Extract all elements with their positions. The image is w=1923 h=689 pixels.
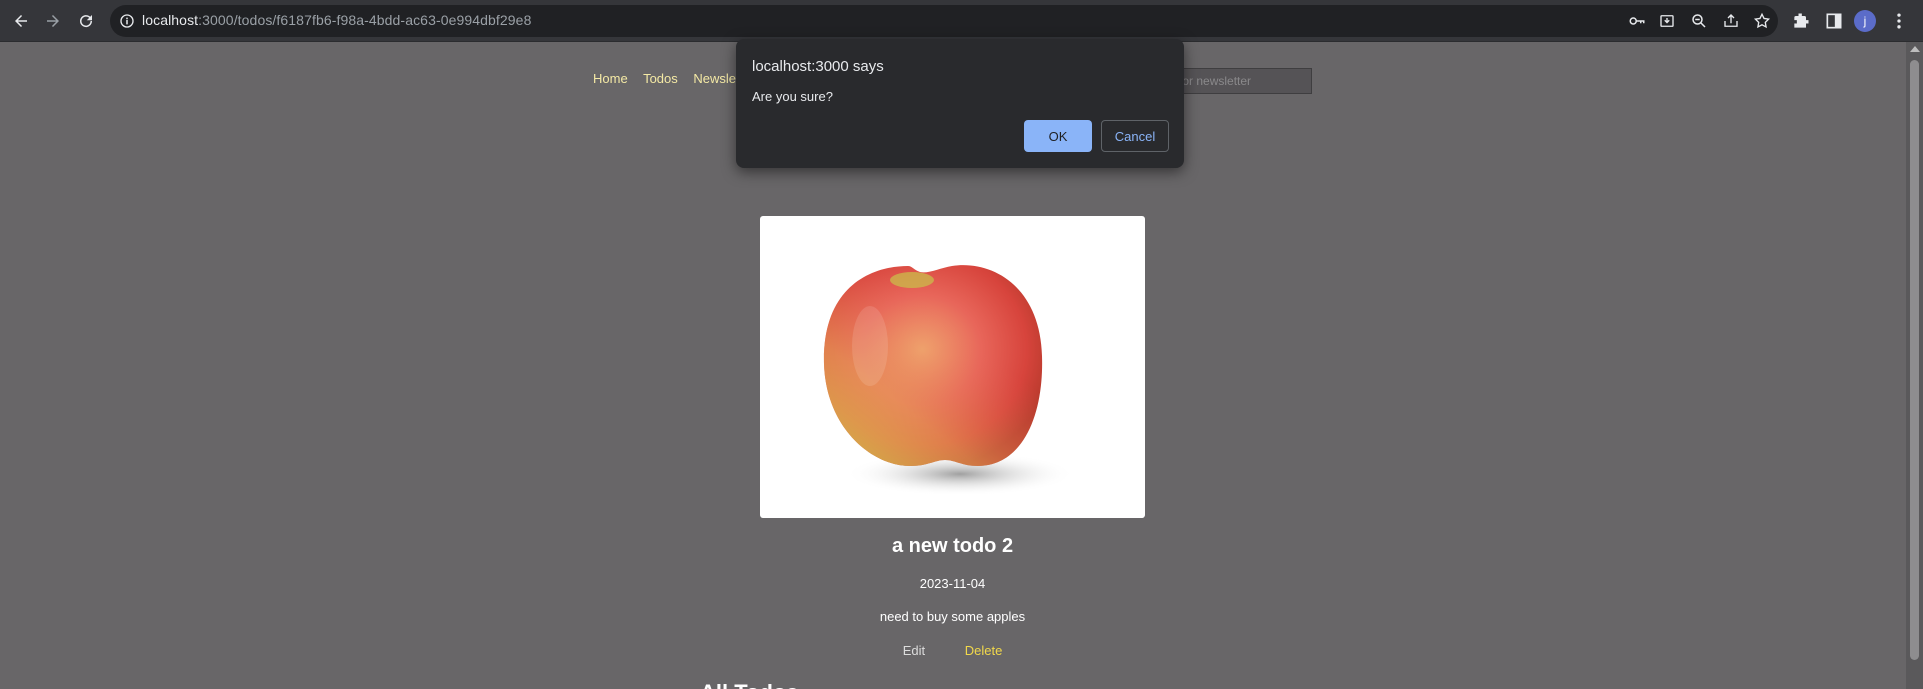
nav-todos-link[interactable]: Todos [643,71,678,86]
dialog-title: localhost:3000 says [752,58,884,75]
nav-home-link[interactable]: Home [593,71,628,86]
dialog-message: Are you sure? [752,89,833,104]
avatar[interactable]: j [1854,10,1876,32]
back-icon[interactable] [8,8,34,34]
cancel-button[interactable]: Cancel [1101,120,1169,152]
browser-toolbar: localhost:3000/todos/f6187fb6-f98a-4bdd-… [0,0,1923,42]
scrollbar[interactable] [1906,42,1923,689]
apple-image [823,265,1075,496]
delete-link[interactable]: Delete [965,643,1003,658]
star-icon[interactable] [1753,12,1771,30]
todo-date: 2023-11-04 [919,576,986,591]
side-panel-icon[interactable] [1824,11,1844,31]
todo-description: need to buy some apples [879,609,1026,624]
todo-actions: Edit Delete [760,643,1145,658]
address-bar[interactable]: localhost:3000/todos/f6187fb6-f98a-4bdd-… [110,5,1778,37]
edit-link[interactable]: Edit [903,643,925,658]
zoom-icon[interactable] [1690,12,1708,30]
all-todos-heading: All Todos [700,680,799,689]
extensions-icon[interactable] [1791,11,1811,31]
menu-icon[interactable] [1889,11,1909,31]
share-icon[interactable] [1722,12,1740,30]
todo-image [760,216,1145,518]
info-icon[interactable] [118,12,136,30]
todo-title: a new todo 2 [891,535,1014,557]
key-icon[interactable] [1628,12,1646,30]
scroll-thumb[interactable] [1910,60,1919,660]
forward-icon[interactable] [40,8,66,34]
confirm-dialog: localhost:3000 says Are you sure? OK Can… [736,39,1184,168]
install-icon[interactable] [1658,12,1676,30]
ok-button[interactable]: OK [1024,120,1092,152]
scroll-up-arrow-icon[interactable] [1910,46,1920,52]
site-nav: Home Todos Newslett [593,71,755,86]
reload-icon[interactable] [73,8,99,34]
url-text[interactable]: localhost:3000/todos/f6187fb6-f98a-4bdd-… [142,12,531,28]
